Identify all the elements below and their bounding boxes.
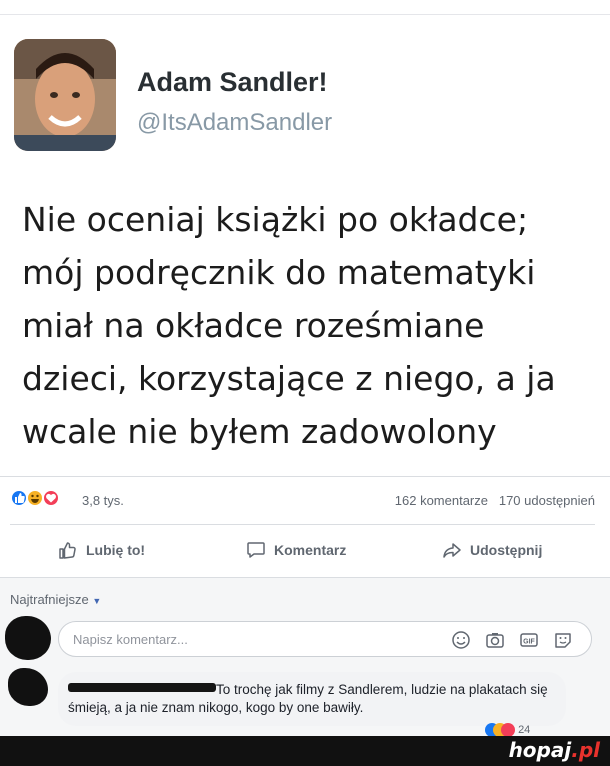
svg-text:GIF: GIF	[523, 639, 535, 646]
comment-input-placeholder: Napisz komentarz...	[73, 632, 188, 647]
like-button[interactable]: Lubię to!	[58, 532, 145, 568]
emoji-icon[interactable]	[451, 630, 471, 650]
avatar[interactable]	[5, 616, 51, 660]
tweet-card: Adam Sandler! @ItsAdamSandler Nie ocenia…	[0, 15, 610, 475]
share-label: Udostępnij	[470, 542, 543, 558]
share-button[interactable]: Udostępnij	[442, 532, 542, 568]
post-actions: Lubię to! Komentarz Udostępnij	[10, 532, 595, 568]
page: Adam Sandler! @ItsAdamSandler Nie ocenia…	[0, 0, 610, 766]
post-stats: 3,8 tys. 162 komentarze 170 udostępnień	[10, 489, 595, 515]
logo-main: hopaj	[508, 738, 572, 762]
gif-icon[interactable]: GIF	[519, 630, 539, 650]
comment-text: To trochę jak filmy z Sandlerem, ludzie …	[68, 682, 548, 715]
logo-tld: .pl	[571, 738, 600, 762]
sort-label: Najtrafniejsze	[10, 592, 89, 607]
divider	[10, 524, 595, 525]
sticker-icon[interactable]	[553, 630, 573, 650]
tweet-author-handle[interactable]: @ItsAdamSandler	[137, 109, 332, 137]
speech-bubble-icon	[247, 542, 265, 558]
camera-icon[interactable]	[485, 630, 505, 650]
tweet-author-name[interactable]: Adam Sandler!	[137, 67, 328, 98]
watermark-bar: hopaj.pl	[0, 736, 610, 766]
tweet-text: Nie oceniaj książki po okładce; mój podr…	[22, 200, 556, 451]
comment-label: Komentarz	[274, 542, 347, 558]
love-icon[interactable]	[42, 489, 60, 507]
comment-input[interactable]: Napisz komentarz... GIF	[58, 621, 592, 657]
reactions-count[interactable]: 3,8 tys.	[82, 493, 124, 508]
comment-reactions-count: 24	[518, 723, 531, 736]
thumbs-up-icon	[59, 542, 76, 559]
comment-sort-dropdown[interactable]: Najtrafniejsze ▼	[10, 592, 101, 607]
comments-count[interactable]: 162 komentarze	[395, 493, 488, 508]
stats-right: 162 komentarze 170 udostępnień	[395, 493, 595, 508]
avatar[interactable]	[14, 39, 116, 151]
comment-bubble: To trochę jak filmy z Sandlerem, ludzie …	[58, 672, 566, 726]
shares-count[interactable]: 170 udostępnień	[499, 493, 595, 508]
like-label: Lubię to!	[86, 542, 146, 558]
comment-button[interactable]: Komentarz	[246, 532, 346, 568]
share-arrow-icon	[443, 543, 461, 558]
caret-down-icon: ▼	[92, 596, 102, 606]
hopaj-logo: hopaj.pl	[509, 738, 600, 762]
